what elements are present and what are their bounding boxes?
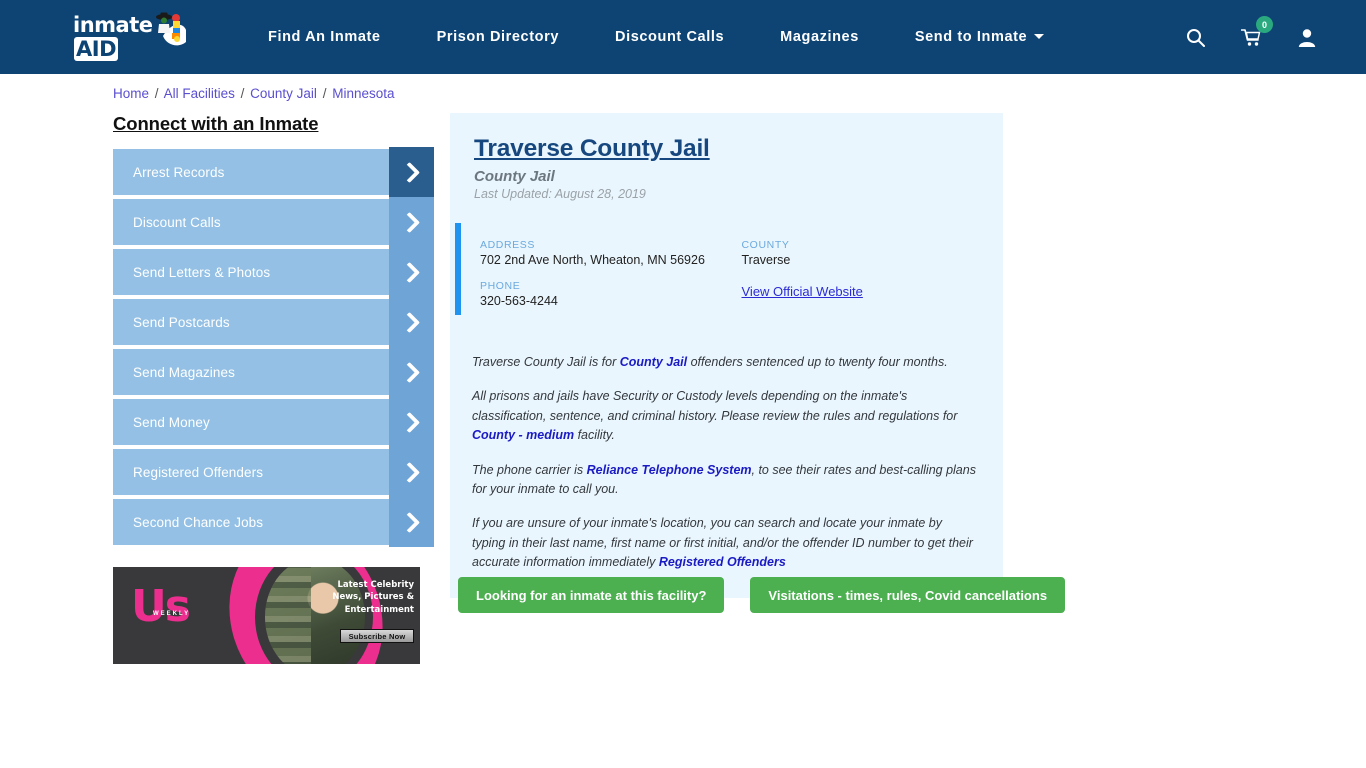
logo-aid-mark: AID [74, 37, 118, 61]
breadcrumb-item-minnesota[interactable]: Minnesota [332, 86, 394, 101]
header-icons: 0 [1184, 0, 1318, 74]
link-registered-offenders[interactable]: Registered Offenders [659, 555, 786, 569]
nav-item-find-an-inmate[interactable]: Find An Inmate [240, 29, 409, 45]
sidebar-item-label: Arrest Records [133, 164, 225, 180]
search-icon[interactable] [1184, 25, 1206, 49]
cart-count-badge: 0 [1256, 16, 1273, 33]
link-county-jail[interactable]: County Jail [620, 355, 687, 369]
chevron-right-icon [389, 147, 434, 197]
facility-last-updated: Last Updated: August 28, 2019 [474, 187, 646, 201]
sidebar-item-label: Send Money [133, 414, 210, 430]
breadcrumb-separator: / [322, 86, 327, 101]
text: All prisons and jails have Security or C… [472, 389, 958, 423]
site-logo[interactable]: inmateAID [73, 12, 191, 61]
chevron-right-icon [389, 347, 434, 397]
main-nav: Find An Inmate Prison Directory Discount… [240, 0, 1072, 74]
view-official-website-link[interactable]: View Official Website [742, 284, 863, 299]
breadcrumb-item-all-facilities[interactable]: All Facilities [164, 86, 235, 101]
facility-info-left-column: ADDRESS 702 2nd Ave North, Wheaton, MN 5… [480, 239, 742, 321]
sidebar: Connect with an Inmate Arrest Records Di… [113, 113, 434, 549]
breadcrumb-item-county-jail[interactable]: County Jail [250, 86, 317, 101]
sidebar-item-label: Second Chance Jobs [133, 514, 264, 530]
breadcrumb: Home / All Facilities / County Jail / Mi… [113, 86, 395, 101]
text: offenders sentenced up to twenty four mo… [687, 355, 948, 369]
link-reliance-telephone-system[interactable]: Reliance Telephone System [587, 463, 752, 477]
text: Traverse County Jail is for [472, 355, 620, 369]
sidebar-item-send-postcards[interactable]: Send Postcards [113, 297, 434, 347]
sidebar-item-label: Send Letters & Photos [133, 264, 271, 280]
cta-row: Looking for an inmate at this facility? … [458, 577, 1066, 613]
breadcrumb-item-home[interactable]: Home [113, 86, 149, 101]
ad-banner-us-weekly[interactable]: Us WEEKLY Latest Celebrity News, Picture… [113, 567, 420, 664]
ad-brand-sublabel: WEEKLY [153, 611, 191, 617]
phone-value: 320-563-4244 [480, 294, 558, 308]
facility-info-block: ADDRESS 702 2nd Ave North, Wheaton, MN 5… [450, 223, 1003, 335]
facility-name[interactable]: Traverse County Jail [474, 135, 1003, 163]
chevron-right-icon [389, 497, 434, 547]
user-icon[interactable] [1296, 25, 1318, 49]
nav-item-magazines[interactable]: Magazines [752, 29, 887, 45]
address-label: ADDRESS [480, 239, 535, 251]
description-paragraph-2: All prisons and jails have Security or C… [472, 387, 977, 445]
sidebar-item-send-money[interactable]: Send Money [113, 397, 434, 447]
sidebar-item-label: Send Magazines [133, 364, 235, 380]
chevron-right-icon [389, 197, 434, 247]
sidebar-item-label: Discount Calls [133, 214, 221, 230]
text: The phone carrier is [472, 462, 587, 477]
nav-item-prison-directory[interactable]: Prison Directory [409, 29, 587, 45]
description-paragraph-1: Traverse County Jail is for County Jail … [472, 353, 977, 372]
county-label: COUNTY [741, 239, 790, 251]
ad-brand-logo: Us [131, 581, 191, 632]
chevron-right-icon [389, 297, 434, 347]
chevron-right-icon [389, 397, 434, 447]
nav-item-discount-calls[interactable]: Discount Calls [587, 29, 752, 45]
nav-item-send-to-inmate[interactable]: Send to Inmate [887, 29, 1072, 45]
facility-panel: Traverse County Jail County Jail Last Up… [450, 113, 1003, 599]
sidebar-item-discount-calls[interactable]: Discount Calls [113, 197, 434, 247]
link-county-medium[interactable]: County - medium [472, 428, 574, 442]
facility-info-right-column: COUNTY Traverse View Official Website [742, 239, 1004, 321]
sidebar-title: Connect with an Inmate [113, 113, 319, 134]
visitations-button[interactable]: Visitations - times, rules, Covid cancel… [750, 577, 1066, 613]
site-header: inmateAID Find An Inmate Prison Director… [0, 0, 1366, 74]
chevron-right-icon [389, 447, 434, 497]
text: facility. [574, 428, 615, 443]
breadcrumb-separator: / [240, 86, 245, 101]
ad-subscribe-button[interactable]: Subscribe Now [340, 629, 414, 643]
sidebar-item-second-chance-jobs[interactable]: Second Chance Jobs [113, 497, 434, 547]
address-value: 702 2nd Ave North, Wheaton, MN 56926 [480, 253, 705, 267]
sidebar-item-arrest-records[interactable]: Arrest Records [113, 147, 434, 197]
facility-type: County Jail [474, 168, 555, 185]
logo-figure-icon [156, 12, 180, 42]
cart-icon[interactable]: 0 [1240, 16, 1273, 49]
county-value: Traverse [741, 253, 791, 267]
breadcrumb-separator: / [154, 86, 159, 101]
sidebar-item-registered-offenders[interactable]: Registered Offenders [113, 447, 434, 497]
description-paragraph-4: If you are unsure of your inmate's locat… [472, 514, 977, 572]
sidebar-item-send-magazines[interactable]: Send Magazines [113, 347, 434, 397]
sidebar-item-label: Send Postcards [133, 314, 230, 330]
chevron-right-icon [389, 247, 434, 297]
sidebar-item-label: Registered Offenders [133, 464, 264, 480]
ad-tagline: Latest Celebrity News, Pictures & Entert… [332, 580, 414, 615]
description-paragraph-3: The phone carrier is Reliance Telephone … [472, 461, 977, 500]
sidebar-item-send-letters-photos[interactable]: Send Letters & Photos [113, 247, 434, 297]
facility-description: Traverse County Jail is for County Jail … [450, 335, 1003, 598]
looking-for-inmate-button[interactable]: Looking for an inmate at this facility? [458, 577, 725, 613]
phone-label: PHONE [480, 280, 521, 292]
